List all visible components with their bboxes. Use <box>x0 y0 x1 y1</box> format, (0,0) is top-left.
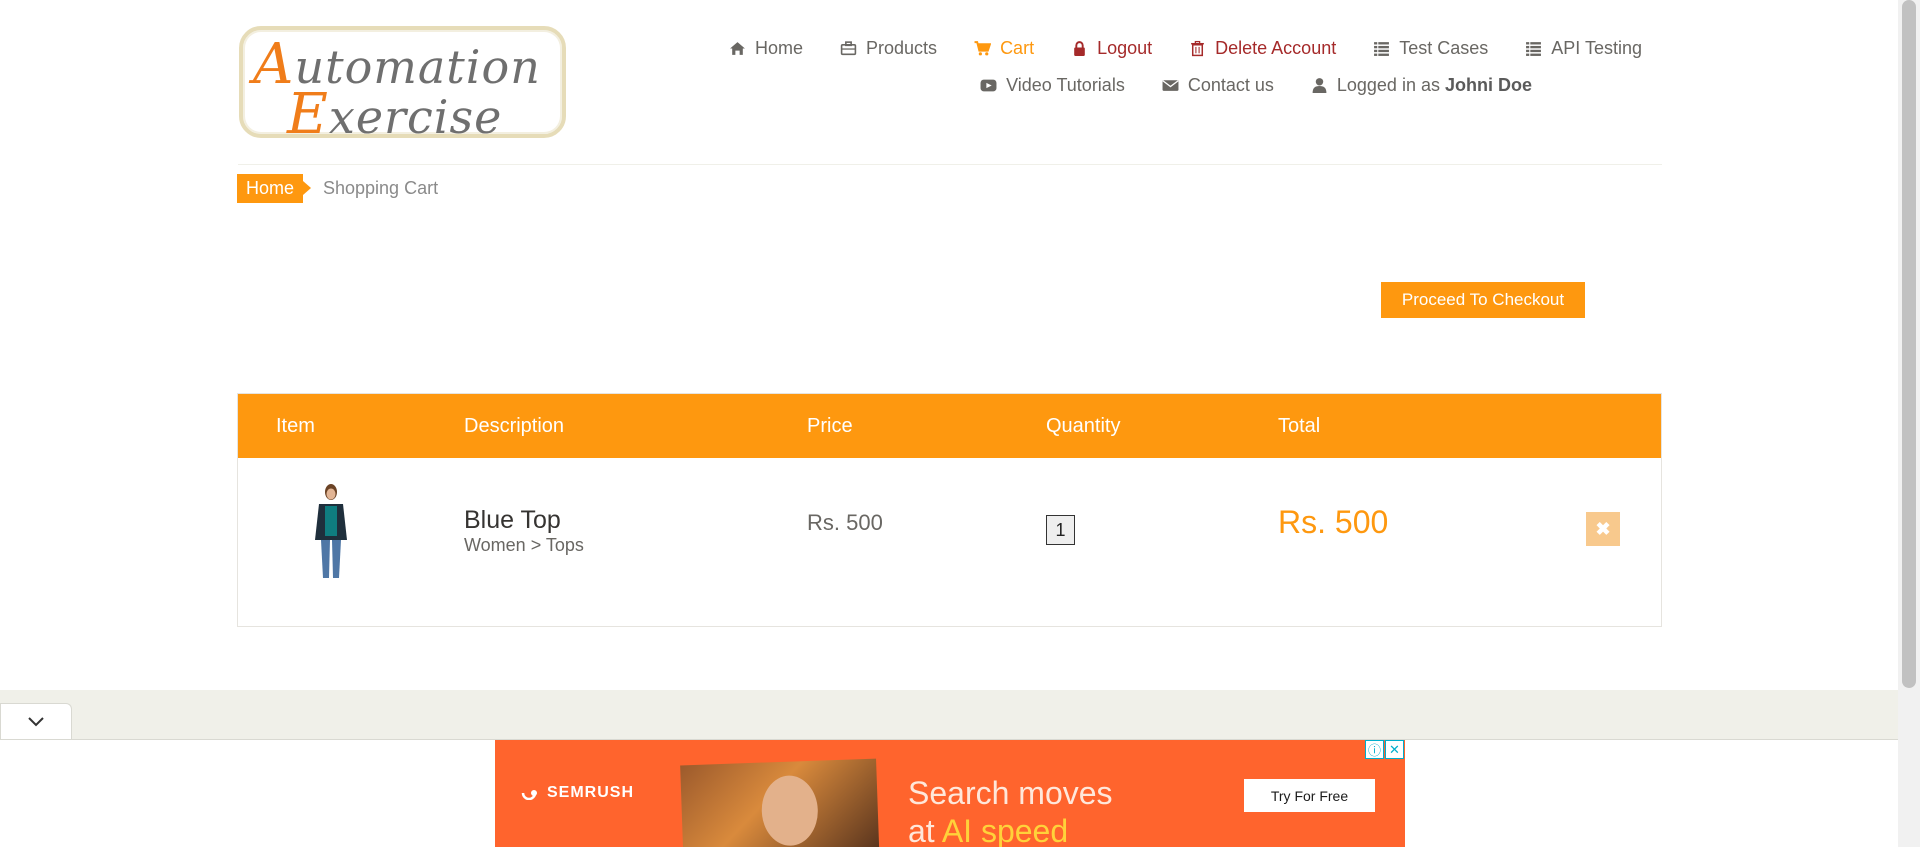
nav-cart-label: Cart <box>1000 38 1035 58</box>
nav-contact-us-label: Contact us <box>1187 75 1274 95</box>
ad-headline-line-1: Search moves <box>908 775 1113 811</box>
nav-products-label: Products <box>866 38 938 58</box>
nav-home[interactable]: Home <box>729 38 803 59</box>
product-image[interactable] <box>301 480 361 580</box>
column-price: Price <box>807 415 853 437</box>
home-icon <box>730 42 745 55</box>
table-row: Blue Top Women > Tops Rs. 500 1 Rs. 500 … <box>238 458 1661 626</box>
product-category: Women > Tops <box>464 535 584 555</box>
main-nav: Home Products Cart Logout Delete Account… <box>692 38 1642 59</box>
page: Automation Exercise Home Products Cart L… <box>0 0 1920 847</box>
nav-contact-us[interactable]: Contact us <box>1162 75 1274 96</box>
nav-delete-account[interactable]: Delete Account <box>1189 38 1336 59</box>
logo-line-2-rest: xercise <box>328 90 503 144</box>
nav-delete-account-label: Delete Account <box>1215 38 1337 58</box>
ad-info-icon[interactable]: ⓘ <box>1365 740 1384 759</box>
breadcrumb-current: Shopping Cart <box>323 178 439 198</box>
column-item: Item <box>276 415 315 437</box>
nav-video-tutorials[interactable]: Video Tutorials <box>980 75 1125 96</box>
nav-logout-label: Logout <box>1097 38 1153 58</box>
ad-close-icon[interactable]: ✕ <box>1385 740 1404 759</box>
header-divider <box>238 164 1662 165</box>
nav-test-cases-label: Test Cases <box>1399 38 1489 58</box>
lock-icon <box>1074 41 1085 56</box>
list-icon <box>1526 42 1542 56</box>
ad-photo <box>680 758 880 847</box>
cart-table: Item Description Price Quantity Total Bl… <box>237 393 1662 627</box>
ad-brand-logo: SEMRUSH <box>521 784 634 802</box>
ad-choices: ⓘ ✕ <box>1365 740 1405 760</box>
cart-icon <box>974 41 992 56</box>
nav-api-testing[interactable]: API Testing <box>1525 38 1642 59</box>
column-quantity: Quantity <box>1046 415 1121 437</box>
nav-video-tutorials-label: Video Tutorials <box>1006 75 1125 95</box>
remove-item-button[interactable]: ✖ <box>1586 512 1620 546</box>
semrush-logo-icon <box>521 790 537 800</box>
chevron-down-icon <box>28 716 44 726</box>
secondary-nav: Video Tutorials Contact us Logged in as … <box>943 75 1532 96</box>
site-logo[interactable]: Automation Exercise <box>239 26 566 147</box>
nav-test-cases[interactable]: Test Cases <box>1373 38 1488 59</box>
ad-headline-line-2: at AI speed <box>908 812 1113 847</box>
page-scrollbar[interactable] <box>1898 0 1920 847</box>
breadcrumb-home[interactable]: Home <box>237 174 312 203</box>
advertisement-banner[interactable]: SEMRUSH Search moves at AI speed Try For… <box>495 740 1405 847</box>
youtube-icon <box>980 79 997 92</box>
user-icon <box>1312 78 1327 93</box>
nav-logout[interactable]: Logout <box>1071 38 1152 59</box>
logged-in-username: Johni Doe <box>1444 75 1532 95</box>
quantity-display: 1 <box>1046 515 1075 545</box>
proceed-to-checkout-button[interactable]: Proceed To Checkout <box>1381 282 1585 318</box>
ad-photo-face <box>760 774 819 847</box>
nav-products[interactable]: Products <box>840 38 937 59</box>
logged-in-prefix: Logged in as <box>1336 75 1440 95</box>
column-total: Total <box>1278 415 1321 437</box>
product-total: Rs. 500 <box>1278 504 1389 540</box>
ad-headline-highlight: AI speed <box>941 813 1069 847</box>
envelope-icon <box>1162 80 1179 91</box>
product-name[interactable]: Blue Top <box>464 506 561 535</box>
ad-headline: Search moves at AI speed <box>908 774 1113 847</box>
nav-api-testing-label: API Testing <box>1551 38 1642 58</box>
scrollbar-thumb[interactable] <box>1902 0 1916 688</box>
logged-in-text: Logged in as Johni Doe <box>1337 75 1532 96</box>
close-icon: ✖ <box>1595 518 1611 539</box>
briefcase-icon <box>840 41 857 56</box>
product-price: Rs. 500 <box>807 510 883 535</box>
nav-cart[interactable]: Cart <box>974 38 1034 59</box>
list-icon <box>1374 42 1390 56</box>
ad-headline-prefix: at <box>908 813 935 847</box>
nav-home-label: Home <box>755 38 804 58</box>
logo-line-2: Exercise <box>287 82 503 147</box>
column-description: Description <box>464 415 565 437</box>
ad-collapse-toggle[interactable] <box>0 703 72 739</box>
trash-icon <box>1191 40 1205 57</box>
ad-brand-name: SEMRUSH <box>547 784 635 801</box>
ad-cta-button[interactable]: Try For Free <box>1244 779 1375 812</box>
nav-logged-in: Logged in as Johni Doe <box>1311 75 1532 96</box>
cart-table-header: Item Description Price Quantity Total <box>238 394 1661 458</box>
